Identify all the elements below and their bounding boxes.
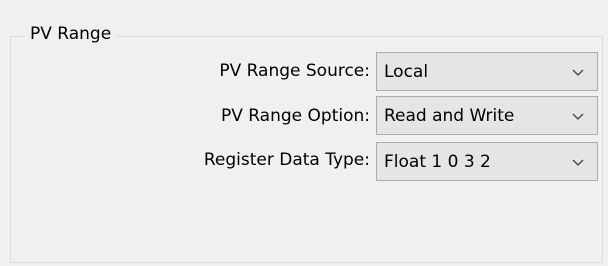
- chevron-down-icon: [572, 159, 584, 166]
- pv-range-source-select[interactable]: Local: [376, 52, 598, 91]
- register-data-type-value: Float 1 0 3 2: [384, 152, 491, 172]
- pv-range-option-select[interactable]: Read and Write: [376, 96, 598, 135]
- register-data-type-select[interactable]: Float 1 0 3 2: [376, 142, 598, 181]
- pv-range-option-label: PV Range Option:: [220, 106, 370, 126]
- register-data-type-label: Register Data Type:: [203, 150, 370, 170]
- chevron-down-icon: [572, 113, 584, 120]
- pv-range-panel: PV Range PV Range Source: Local PV Range…: [0, 0, 608, 266]
- groupbox-title: PV Range: [25, 22, 118, 46]
- pv-range-source-label: PV Range Source:: [219, 61, 370, 81]
- chevron-down-icon: [572, 69, 584, 76]
- pv-range-option-value: Read and Write: [384, 106, 515, 126]
- pv-range-source-value: Local: [384, 62, 429, 82]
